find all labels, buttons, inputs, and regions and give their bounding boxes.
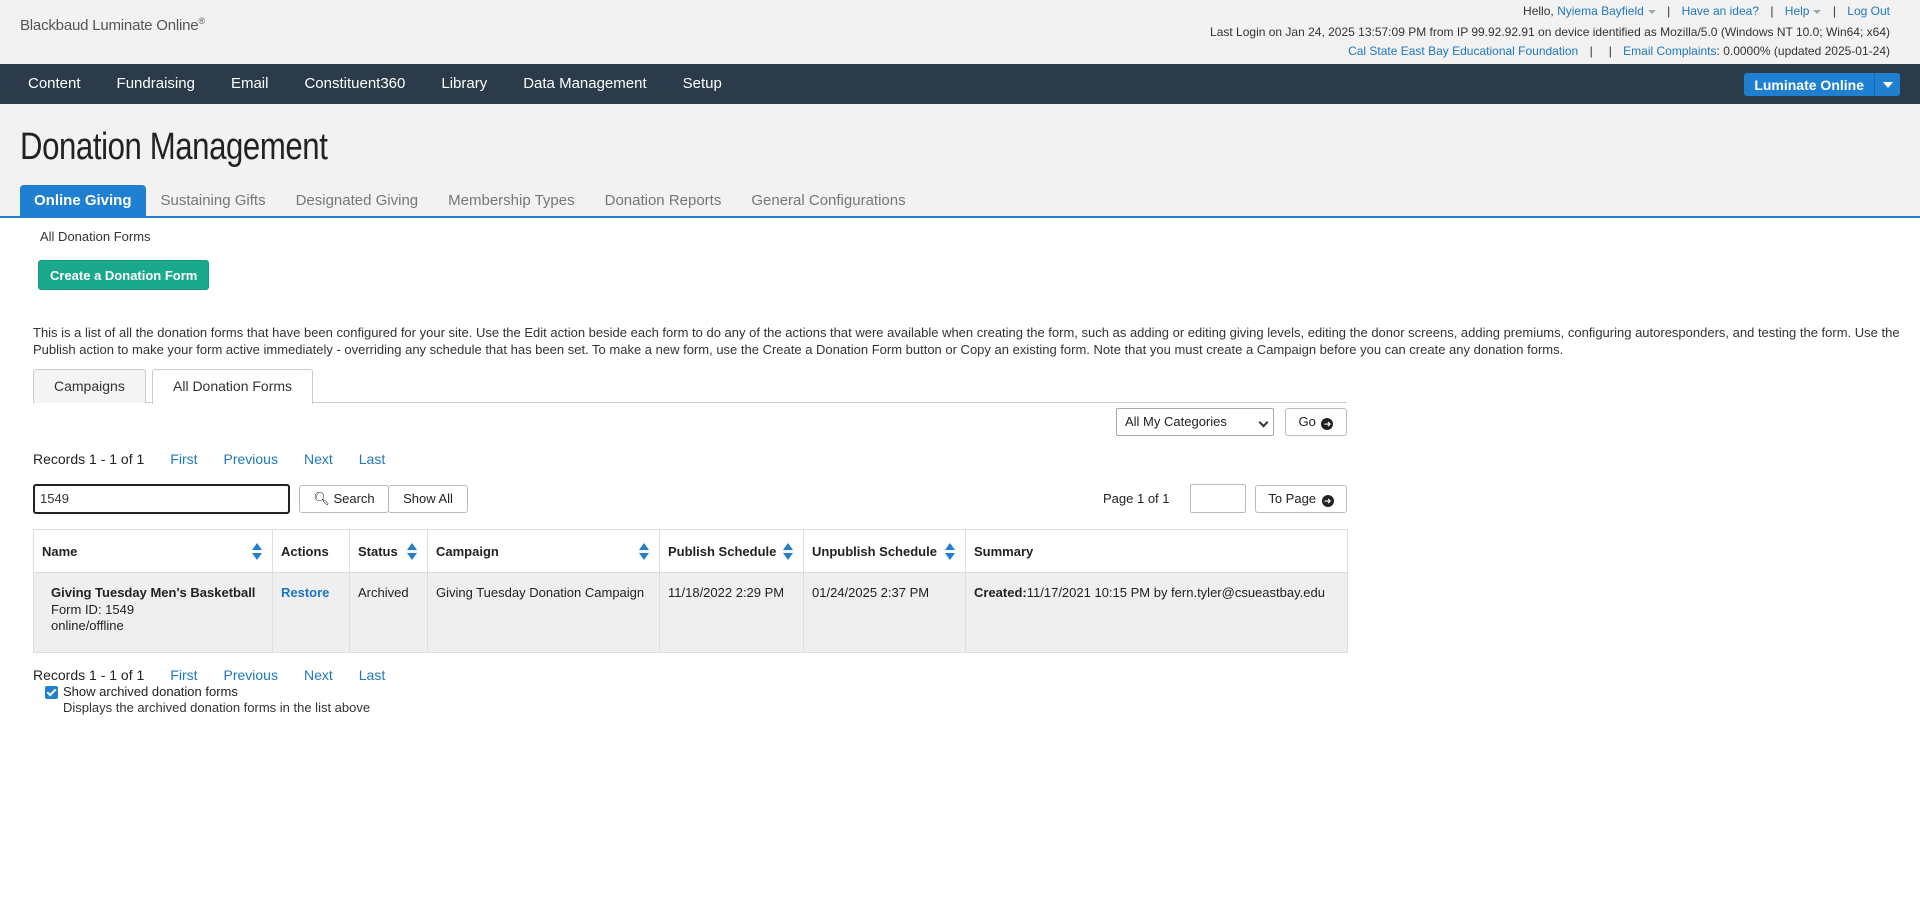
search-input[interactable]: 1549: [33, 484, 290, 514]
brand-logo: Blackbaud Luminate Online®: [20, 16, 205, 34]
show-archived-checkbox[interactable]: [45, 686, 58, 699]
sort-icon[interactable]: [639, 543, 649, 561]
greeting: Hello,: [1523, 4, 1554, 18]
page-info: Page 1 of 1: [1103, 491, 1170, 506]
page-header: Donation Management Online Giving Sustai…: [0, 104, 1920, 218]
tab-online-giving[interactable]: Online Giving: [20, 185, 146, 216]
arrow-right-icon: ➜: [1321, 418, 1334, 430]
next-page-link[interactable]: Next: [304, 451, 333, 467]
tab-campaigns[interactable]: Campaigns: [33, 369, 146, 403]
show-archived-label: Show archived donation forms: [63, 684, 238, 699]
col-summary: Summary: [965, 529, 1348, 573]
restore-link[interactable]: Restore: [281, 585, 329, 600]
category-select[interactable]: All My Categories: [1116, 408, 1274, 436]
top-header: Blackbaud Luminate Online® Hello, Nyiema…: [0, 0, 1920, 64]
next-page-link[interactable]: Next: [304, 667, 333, 683]
sort-icon[interactable]: [252, 543, 262, 561]
create-donation-form-button[interactable]: Create a Donation Form: [38, 260, 210, 290]
cell-actions: Restore: [272, 572, 350, 653]
nav-library[interactable]: Library: [423, 64, 505, 104]
tab-membership-types[interactable]: Membership Types: [433, 185, 589, 216]
nav-content[interactable]: Content: [10, 64, 99, 104]
search-button[interactable]: 🔍︎ Search: [299, 485, 389, 513]
form-tabs: Campaigns All Donation Forms: [33, 369, 1347, 404]
pager-top: Records 1 - 1 of 1 First Previous Next L…: [33, 451, 385, 467]
previous-page-link[interactable]: Previous: [224, 451, 278, 467]
table-row: Giving Tuesday Men's Basketball Form ID:…: [33, 572, 1348, 653]
help-menu[interactable]: Help: [1785, 4, 1822, 18]
search-icon: 🔍︎: [313, 491, 330, 506]
org-link[interactable]: Cal State East Bay Educational Foundatio…: [1348, 44, 1578, 58]
col-campaign[interactable]: Campaign: [427, 529, 660, 573]
cell-campaign: Giving Tuesday Donation Campaign: [427, 572, 660, 653]
form-name: Giving Tuesday Men's Basketball: [51, 585, 256, 600]
section-tabs: Online Giving Sustaining Gifts Designate…: [20, 185, 921, 216]
show-all-button[interactable]: Show All: [388, 485, 468, 513]
cell-name: Giving Tuesday Men's Basketball Form ID:…: [33, 572, 273, 653]
cell-publish-schedule: 11/18/2022 2:29 PM: [659, 572, 804, 653]
luminate-online-button[interactable]: Luminate Online: [1744, 73, 1900, 96]
last-page-link[interactable]: Last: [359, 667, 385, 683]
first-page-link[interactable]: First: [170, 667, 197, 683]
records-count: Records 1 - 1 of 1: [33, 451, 145, 467]
to-page-button[interactable]: To Page ➜: [1255, 485, 1347, 513]
col-status[interactable]: Status: [349, 529, 428, 573]
col-actions: Actions: [272, 529, 350, 573]
form-id: Form ID: 1549: [51, 602, 135, 617]
nav-constituent360[interactable]: Constituent360: [286, 64, 423, 104]
tab-sustaining-gifts[interactable]: Sustaining Gifts: [146, 185, 281, 216]
chevron-down-icon: [1813, 9, 1822, 14]
donation-forms-table: Name Actions Status Campaign Publish Sch…: [33, 529, 1348, 653]
last-page-link[interactable]: Last: [359, 451, 385, 467]
page-description: This is a list of all the donation forms…: [33, 325, 1900, 357]
pager-bottom: Records 1 - 1 of 1 First Previous Next L…: [33, 667, 385, 683]
col-unpublish-schedule[interactable]: Unpublish Schedule: [803, 529, 966, 573]
idea-link[interactable]: Have an idea?: [1682, 4, 1759, 18]
tab-designated-giving[interactable]: Designated Giving: [281, 185, 434, 216]
chevron-down-icon: [1647, 9, 1656, 14]
email-complaints-value: : 0.0000% (updated 2025-01-24): [1716, 44, 1890, 58]
chevron-down-icon: [1258, 417, 1269, 428]
col-publish-schedule[interactable]: Publish Schedule: [659, 529, 804, 573]
nav-email[interactable]: Email: [213, 64, 287, 104]
summary-label: Created:: [974, 585, 1027, 600]
table-header-row: Name Actions Status Campaign Publish Sch…: [33, 529, 1348, 573]
first-page-link[interactable]: First: [170, 451, 197, 467]
sort-icon[interactable]: [407, 543, 417, 561]
sort-icon[interactable]: [783, 543, 793, 561]
cell-unpublish-schedule: 01/24/2025 2:37 PM: [803, 572, 966, 653]
nav-fundraising[interactable]: Fundraising: [99, 64, 213, 104]
main-nav: Content Fundraising Email Constituent360…: [0, 64, 1920, 104]
form-mode: online/offline: [51, 618, 124, 633]
logout-link[interactable]: Log Out: [1847, 4, 1890, 18]
tab-general-configurations[interactable]: General Configurations: [736, 185, 920, 216]
user-menu[interactable]: Nyiema Bayfield: [1557, 4, 1656, 18]
records-count: Records 1 - 1 of 1: [33, 667, 145, 683]
nav-data-management[interactable]: Data Management: [505, 64, 664, 104]
tab-all-donation-forms[interactable]: All Donation Forms: [152, 369, 314, 404]
tab-donation-reports[interactable]: Donation Reports: [590, 185, 737, 216]
cell-summary: Created:11/17/2021 10:15 PM by fern.tyle…: [965, 572, 1348, 653]
sort-icon[interactable]: [945, 543, 955, 561]
category-select-value: All My Categories: [1125, 414, 1227, 429]
col-name[interactable]: Name: [33, 529, 273, 573]
cell-status: Archived: [349, 572, 428, 653]
luminate-online-label: Luminate Online: [1754, 76, 1864, 93]
user-bar: Hello, Nyiema Bayfield | Have an idea? |…: [1523, 4, 1890, 18]
email-complaints-link[interactable]: Email Complaints: [1623, 44, 1716, 58]
nav-setup[interactable]: Setup: [665, 64, 740, 104]
org-line: Cal State East Bay Educational Foundatio…: [1348, 44, 1890, 58]
page-title: Donation Management: [20, 126, 328, 168]
breadcrumb: All Donation Forms: [40, 229, 151, 244]
previous-page-link[interactable]: Previous: [224, 667, 278, 683]
show-archived-description: Displays the archived donation forms in …: [63, 700, 371, 715]
arrow-right-icon: ➜: [1321, 495, 1334, 507]
chevron-down-icon[interactable]: [1874, 73, 1900, 96]
go-button[interactable]: Go ➜: [1285, 408, 1347, 436]
summary-value: 11/17/2021 10:15 PM by fern.tyler@csueas…: [1026, 585, 1325, 600]
last-login: Last Login on Jan 24, 2025 13:57:09 PM f…: [1210, 25, 1890, 39]
page-number-input[interactable]: [1190, 484, 1246, 513]
